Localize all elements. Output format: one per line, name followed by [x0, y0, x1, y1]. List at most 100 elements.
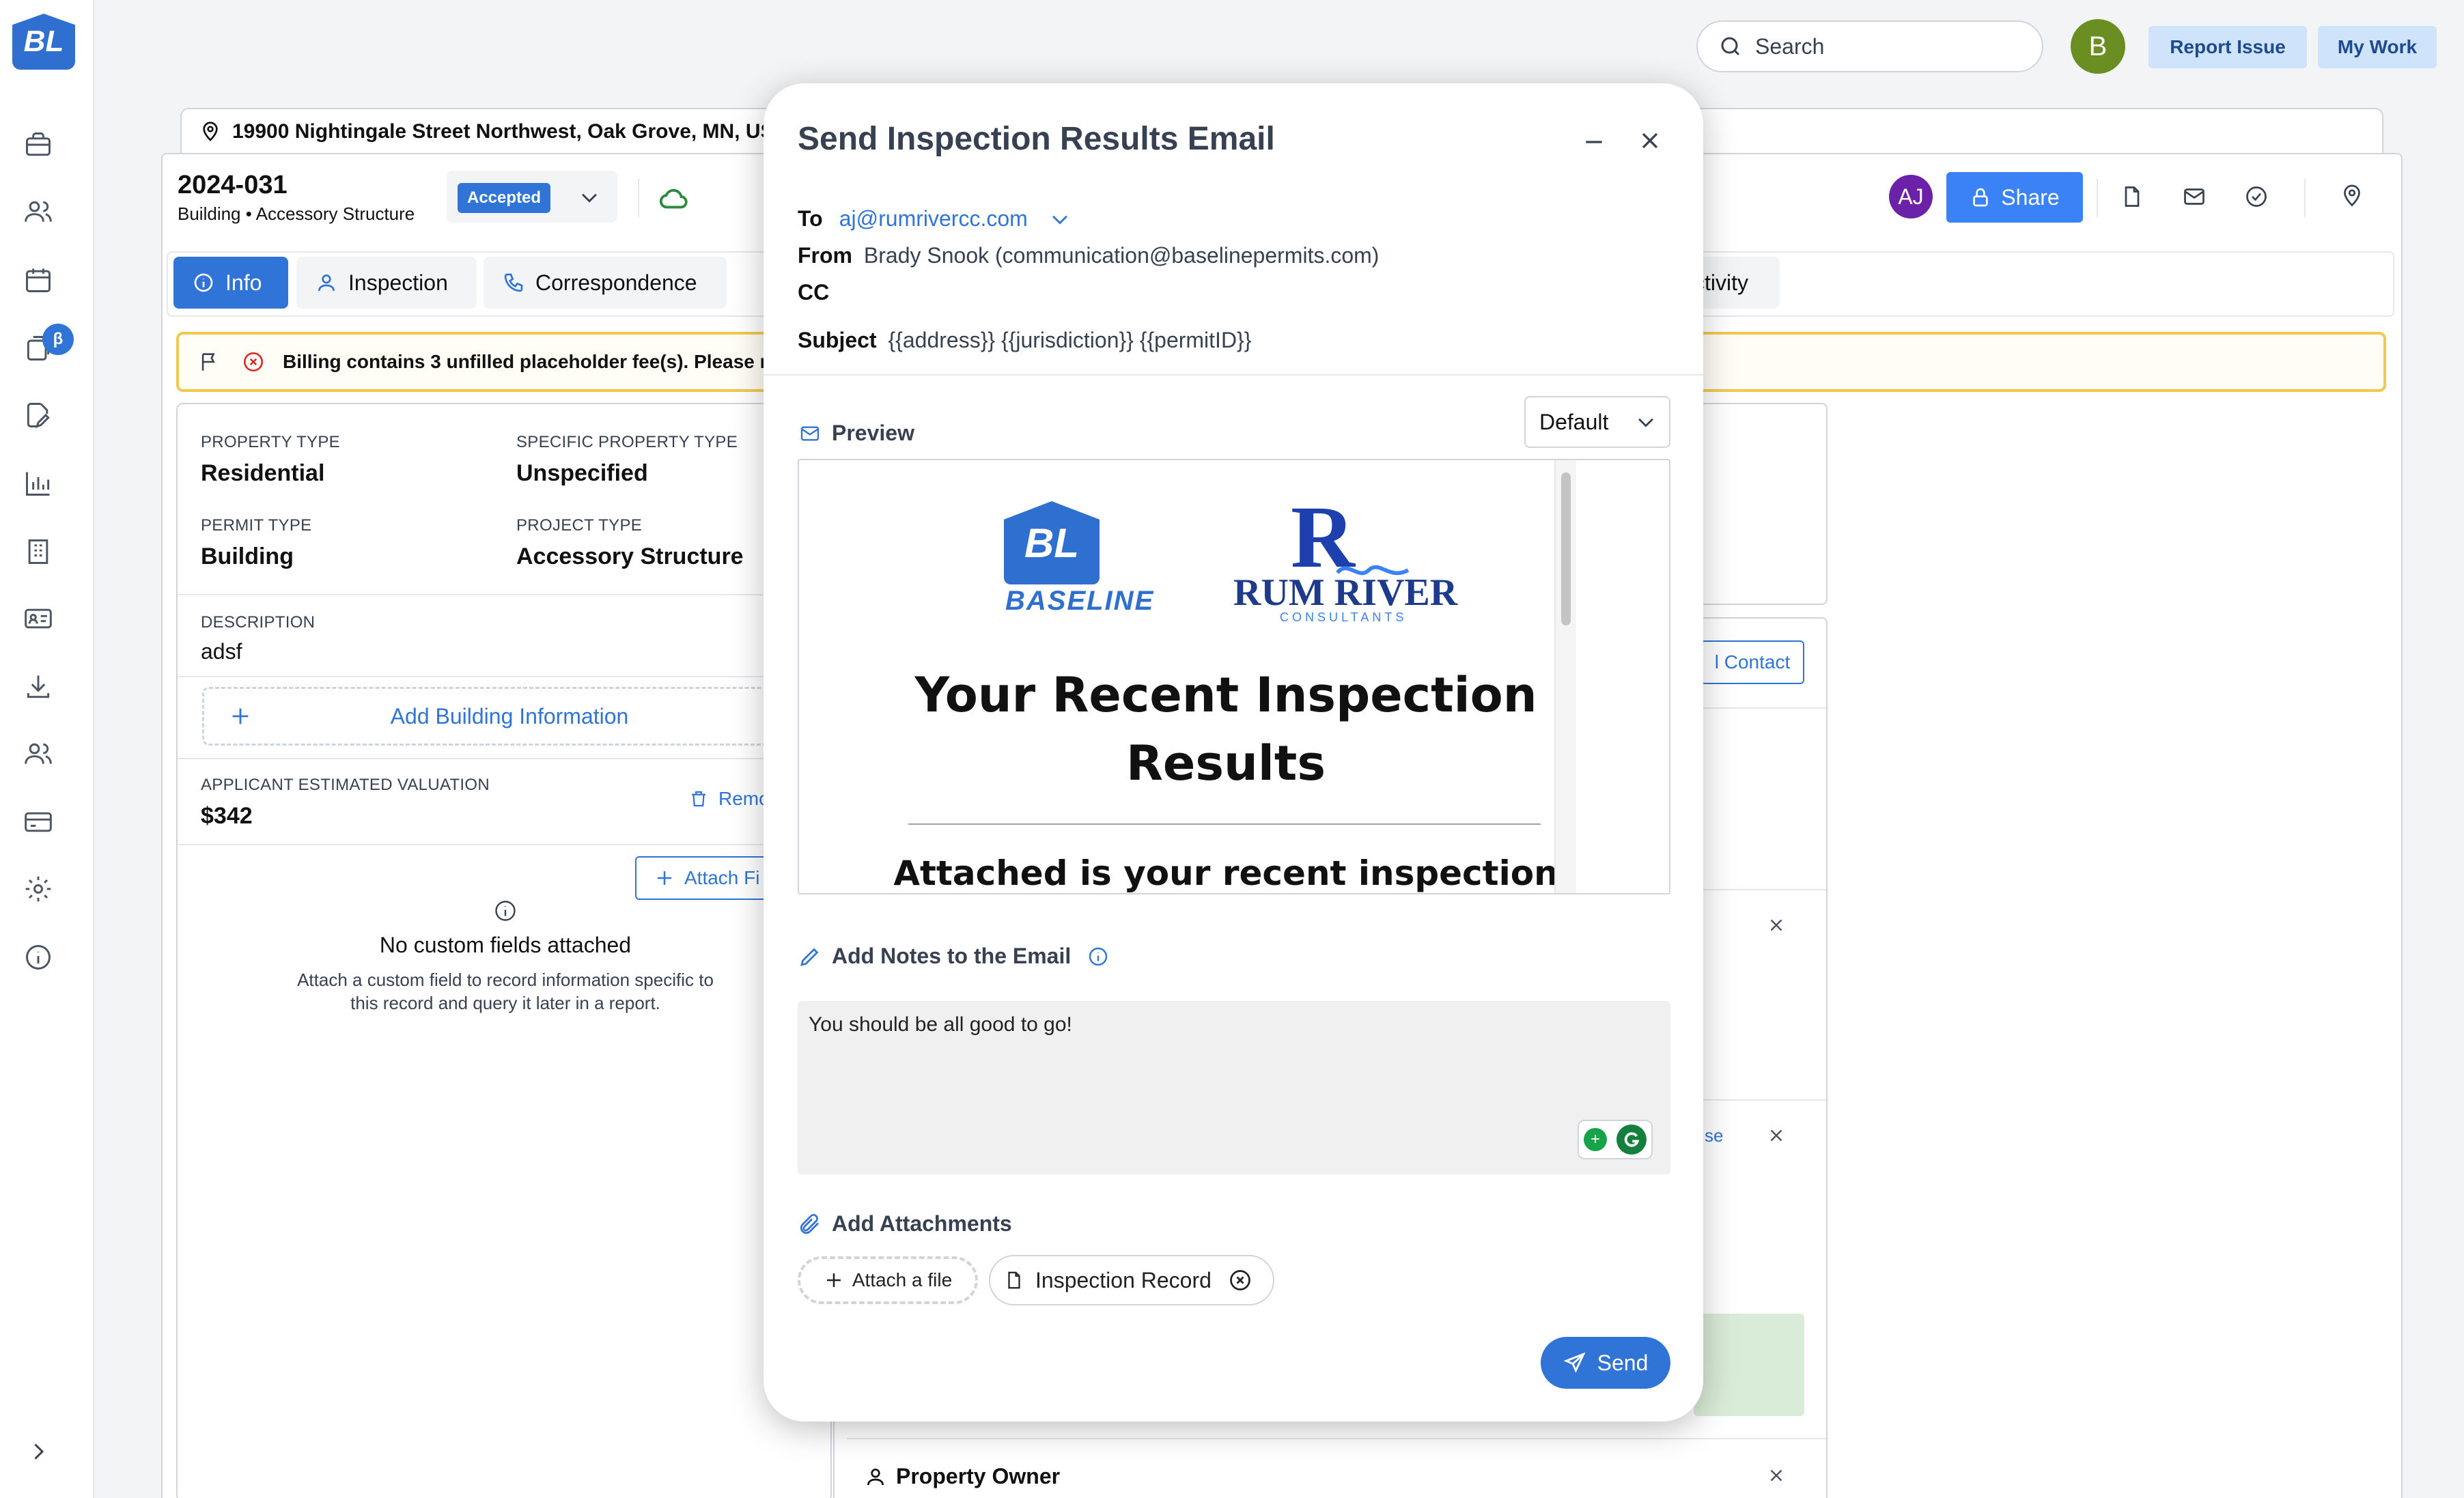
preview-scrollbar[interactable] [1554, 460, 1576, 893]
record-subtitle: Building • Accessory Structure [178, 203, 415, 224]
remove-valuation-button[interactable]: Remo [688, 788, 770, 810]
info-icon[interactable] [19, 938, 57, 976]
lightbulb-icon: + [1584, 1128, 1607, 1151]
add-contact-button[interactable]: l Contact [1700, 640, 1804, 684]
valuation-value: $342 [201, 803, 253, 829]
cc-row[interactable]: CC [798, 280, 829, 305]
lock-icon [1973, 188, 1988, 207]
share-button[interactable]: Share [1946, 172, 2083, 223]
trash-icon [692, 791, 705, 807]
cloud-sync-icon[interactable] [658, 184, 690, 212]
grammarly-widget[interactable]: + [1578, 1120, 1653, 1159]
pencil-icon [800, 948, 819, 966]
briefcase-icon[interactable] [19, 126, 57, 164]
flag-icon[interactable] [198, 350, 221, 373]
attachment-chip[interactable]: Inspection Record [989, 1255, 1274, 1305]
close-icon[interactable] [1766, 915, 1787, 935]
id-card-icon[interactable] [19, 599, 57, 638]
property-owner-header: Property Owner [865, 1464, 1060, 1489]
no-custom-fields-line1: Attach a custom field to record informat… [297, 970, 714, 990]
attachments-header: Add Attachments [798, 1211, 1012, 1236]
to-value[interactable]: aj@rumrivercc.com [839, 206, 1028, 231]
minimize-icon[interactable] [1580, 128, 1608, 156]
divider [847, 1438, 1826, 1439]
cc-label: CC [798, 280, 830, 305]
no-custom-fields-line2: this record and query it later in a repo… [350, 993, 660, 1013]
to-row: To aj@rumrivercc.com [798, 206, 1072, 231]
preview-body: Attached is your recent inspection [893, 853, 1558, 893]
tab-info[interactable]: Info [173, 257, 288, 309]
from-row: From Brady Snook (communication@baseline… [798, 243, 1379, 268]
project-type-value: Accessory Structure [516, 543, 744, 569]
info-icon [194, 273, 213, 292]
description-value: adsf [201, 639, 242, 664]
rum-river-sub: CONSULTANTS [1280, 610, 1408, 624]
beta-badge: β [42, 324, 74, 355]
attach-file-label: Attach a file [852, 1269, 953, 1290]
record-address: 19900 Nightingale Street Northwest, Oak … [232, 120, 789, 143]
expand-sidebar-icon[interactable] [19, 1432, 57, 1471]
scrollbar-thumb[interactable] [1561, 472, 1571, 625]
add-building-label: Add Building Information [390, 703, 629, 729]
divider [638, 179, 639, 217]
status-badge: Accepted [458, 183, 551, 213]
chevron-down-icon[interactable] [578, 186, 601, 209]
remove-label: Remo [718, 788, 770, 809]
specific-property-type-value: Unspecified [516, 460, 648, 486]
valuation-label: APPLICANT ESTIMATED VALUATION [201, 776, 490, 794]
location-pin-icon [203, 122, 218, 141]
check-circle-icon[interactable] [2244, 184, 2269, 209]
baseline-wordmark: BASELINE [1005, 586, 1155, 616]
email-preview[interactable]: BL BASELINE R RUM RIVER CONSULTANTS Your… [798, 459, 1670, 894]
report-issue-button[interactable]: Report Issue [2148, 26, 2307, 68]
attachment-name: Inspection Record [1035, 1267, 1212, 1292]
tab-inspection[interactable]: Inspection [296, 257, 477, 309]
my-work-button[interactable]: My Work [2318, 26, 2437, 68]
chart-icon[interactable] [19, 464, 57, 503]
template-select[interactable]: Default [1524, 396, 1670, 448]
map-pin-icon[interactable] [2340, 183, 2364, 209]
info-icon[interactable] [1087, 946, 1109, 967]
search-input[interactable]: Search [1696, 20, 2043, 72]
close-icon[interactable] [1636, 127, 1664, 154]
status-panel [1694, 1314, 1804, 1416]
error-circle-icon [243, 352, 264, 372]
people-icon[interactable] [19, 193, 57, 231]
building-icon[interactable] [19, 533, 57, 571]
pdf-icon[interactable] [2120, 184, 2144, 209]
tab-correspondence[interactable]: Correspondence [484, 257, 727, 309]
project-type-label: PROJECT TYPE [516, 516, 643, 535]
chevron-down-icon [1638, 418, 1654, 427]
rum-river-name: RUM RIVER [1233, 571, 1458, 614]
from-label: From [798, 243, 852, 268]
contact-link[interactable]: se [1705, 1125, 1723, 1146]
chevron-down-icon[interactable] [1048, 208, 1072, 231]
edit-doc-icon[interactable] [19, 396, 57, 434]
record-id: 2024-031 [178, 171, 288, 199]
close-icon[interactable] [1766, 1125, 1787, 1146]
mail-icon[interactable] [2181, 184, 2207, 209]
notes-textarea[interactable]: You should be all good to go! [798, 1001, 1670, 1174]
description-label: DESCRIPTION [201, 613, 316, 632]
assignee-avatar[interactable]: AJ [1889, 175, 1933, 218]
file-icon [1008, 1271, 1020, 1289]
remove-circle-icon[interactable] [1228, 1268, 1252, 1292]
send-button[interactable]: Send [1541, 1337, 1670, 1389]
property-owner-label: Property Owner [896, 1464, 1061, 1488]
users-icon[interactable] [19, 735, 57, 773]
calendar-icon[interactable] [19, 261, 57, 299]
subject-value[interactable]: {{address}} {{jurisdiction}} {{permitID}… [888, 328, 1251, 352]
download-icon[interactable] [19, 668, 57, 706]
attach-file-button[interactable]: Attach a file [798, 1256, 978, 1304]
preview-heading: Your Recent Inspection Results [799, 661, 1653, 797]
close-icon[interactable] [1766, 1465, 1787, 1486]
credit-card-icon[interactable] [19, 803, 57, 841]
search-placeholder: Search [1755, 33, 1825, 59]
user-avatar[interactable]: B [2071, 19, 2125, 74]
preview-header: Preview [798, 421, 914, 446]
from-value: Brady Snook (communication@baselinepermi… [863, 243, 1380, 268]
property-type-value: Residential [201, 460, 325, 486]
baseline-logo[interactable]: BL [12, 14, 75, 70]
gear-icon[interactable] [19, 870, 57, 908]
add-building-info-button[interactable]: Add Building Information [202, 687, 817, 746]
